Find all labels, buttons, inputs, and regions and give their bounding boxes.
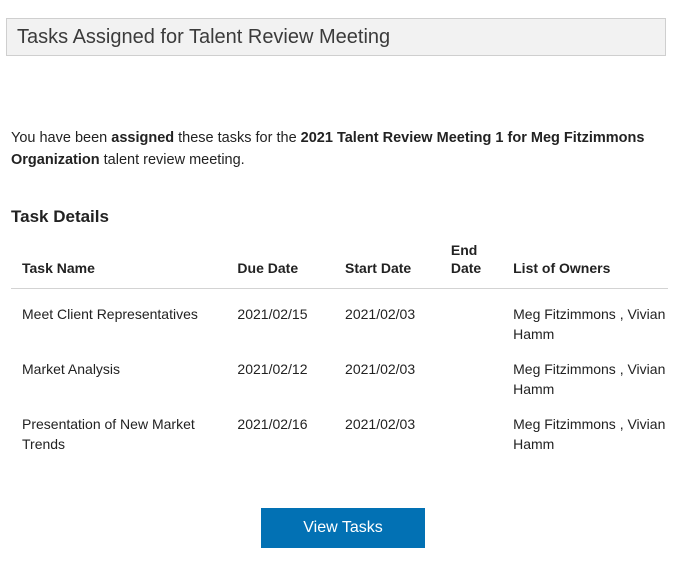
cell-owners: Meg Fitzimmons , Vivian Hamm [513,306,666,342]
cell-task-name: Market Analysis [22,361,121,377]
page-title: Tasks Assigned for Talent Review Meeting [17,26,391,48]
intro-text-part1: You have been [11,129,112,146]
page-title-bar: Tasks Assigned for Talent Review Meeting [6,18,666,56]
cell-task-name: Meet Client Representatives [22,306,198,322]
cell-end-date [444,344,506,399]
table-header-row: Task Name Due Date Start Date End Date L… [11,241,668,289]
view-tasks-button[interactable]: View Tasks [261,508,425,548]
cell-due-date: 2021/02/15 [237,306,308,322]
intro-text-part3: talent review meeting. [99,151,245,168]
intro-paragraph: You have been assigned these tasks for t… [11,127,661,171]
cell-due-date: 2021/02/12 [237,361,308,377]
column-header-owners: List of Owners [506,241,668,289]
column-header-start-date: Start Date [338,241,444,289]
cell-task-name: Presentation of New Market Trends [22,416,195,452]
cell-start-date: 2021/02/03 [345,361,416,377]
cell-owners: Meg Fitzimmons , Vivian Hamm [513,361,666,397]
table-body: Meet Client Representatives 2021/02/15 2… [11,289,668,455]
intro-text-part2: these tasks for the [174,129,301,146]
task-details-heading: Task Details [11,207,109,227]
column-header-due-date: Due Date [228,241,339,289]
action-button-row: View Tasks [0,508,686,548]
column-header-end-date: End Date [443,241,507,289]
column-header-task-name: Task Name [11,241,229,289]
cell-start-date: 2021/02/03 [345,306,416,322]
intro-assigned-emphasis: assigned [111,129,175,146]
table-row: Presentation of New Market Trends 2021/0… [11,399,668,454]
task-details-table: Task Name Due Date Start Date End Date L… [11,241,668,454]
table-header: Task Name Due Date Start Date End Date L… [11,241,668,289]
cell-end-date [444,289,506,345]
cell-start-date: 2021/02/03 [345,416,416,432]
cell-owners: Meg Fitzimmons , Vivian Hamm [513,416,666,452]
table-row: Market Analysis 2021/02/12 2021/02/03 Me… [11,344,668,399]
table-row: Meet Client Representatives 2021/02/15 2… [11,289,668,345]
cell-due-date: 2021/02/16 [237,416,308,432]
cell-end-date [444,399,506,454]
